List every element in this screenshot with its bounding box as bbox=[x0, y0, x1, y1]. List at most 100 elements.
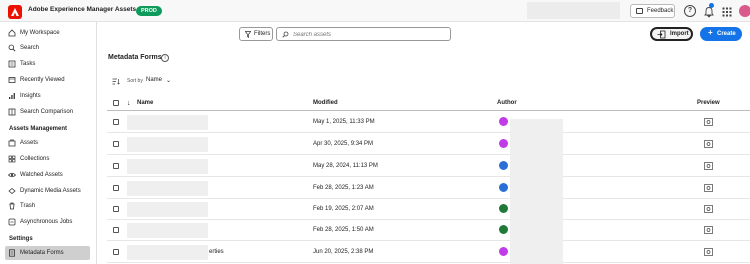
row-checkbox[interactable] bbox=[113, 249, 119, 255]
preview-icon[interactable] bbox=[704, 184, 713, 192]
sort-by-label: Sort by bbox=[127, 78, 143, 84]
sort-icon[interactable] bbox=[112, 78, 120, 85]
home-icon bbox=[8, 29, 16, 37]
select-all-checkbox[interactable] bbox=[113, 100, 119, 106]
table-row[interactable]: Feb 28, 2025, 1:23 AM bbox=[107, 177, 750, 199]
adobe-logo-icon[interactable] bbox=[8, 5, 22, 19]
sidebar-item-watched-assets[interactable]: Watched Assets bbox=[5, 168, 90, 182]
sidebar-item-label: Collections bbox=[20, 156, 50, 162]
preview-icon[interactable] bbox=[704, 248, 713, 256]
create-button[interactable]: + Create bbox=[700, 27, 742, 41]
row-checkbox[interactable] bbox=[113, 227, 119, 233]
row-checkbox[interactable] bbox=[113, 185, 119, 191]
filters-label: Filters bbox=[254, 31, 271, 37]
row-modified: Jun 20, 2025, 2:38 PM bbox=[313, 249, 374, 255]
sidebar-item-assets[interactable]: Assets bbox=[5, 136, 90, 150]
column-header-name[interactable]: Name bbox=[137, 97, 153, 110]
feedback-icon bbox=[636, 8, 643, 14]
sidebar-item-recently-viewed[interactable]: Recently Viewed bbox=[5, 73, 90, 87]
table-row[interactable]: Feb 19, 2025, 2:07 AM bbox=[107, 198, 750, 220]
table-row[interactable]: May 28, 2024, 11:13 PM bbox=[107, 155, 750, 177]
name-placeholder[interactable] bbox=[127, 202, 208, 217]
preview-icon[interactable] bbox=[704, 140, 713, 148]
preview-icon[interactable] bbox=[704, 226, 713, 234]
filters-button[interactable]: Filters bbox=[239, 27, 273, 41]
sidebar-item-trash[interactable]: Trash bbox=[5, 199, 90, 213]
row-modified: Feb 28, 2025, 1:23 AM bbox=[313, 185, 374, 191]
row-checkbox[interactable] bbox=[113, 206, 119, 212]
sidebar-item-tasks[interactable]: Tasks bbox=[5, 57, 90, 71]
sidebar-item-label: Watched Assets bbox=[20, 172, 63, 178]
filter-icon bbox=[245, 31, 251, 38]
row-modified: May 28, 2024, 11:13 PM bbox=[313, 163, 378, 169]
create-label: Create bbox=[717, 31, 736, 37]
section-heading-settings: Settings bbox=[9, 236, 33, 242]
table-row[interactable]: erties Jun 20, 2025, 2:38 PM bbox=[107, 241, 750, 263]
chevron-down-icon[interactable]: ⌄ bbox=[166, 77, 171, 84]
compare-icon bbox=[8, 108, 16, 116]
name-placeholder[interactable] bbox=[127, 223, 208, 238]
name-placeholder[interactable] bbox=[127, 159, 208, 174]
sidebar-item-collections[interactable]: Collections bbox=[5, 152, 90, 166]
feedback-button[interactable]: Feedback bbox=[630, 4, 675, 18]
sidebar-item-asynchronous-jobs[interactable]: Asynchronous Jobs bbox=[5, 215, 90, 229]
table-row[interactable]: Feb 28, 2025, 1:50 AM bbox=[107, 219, 750, 241]
sidebar-item-label: Search Comparison bbox=[20, 109, 74, 115]
author-avatar bbox=[499, 204, 508, 213]
row-modified: Feb 28, 2025, 1:50 AM bbox=[313, 227, 374, 233]
search-field[interactable] bbox=[276, 27, 451, 41]
sidebar-item-my-workspace[interactable]: My Workspace bbox=[5, 26, 90, 40]
sort-by-dropdown[interactable]: Name bbox=[146, 77, 162, 83]
table-row[interactable]: May 1, 2025, 11:33 PM bbox=[107, 111, 750, 133]
sidebar-item-insights[interactable]: Insights bbox=[5, 89, 90, 103]
trash-icon bbox=[9, 202, 15, 210]
name-placeholder[interactable] bbox=[127, 245, 208, 260]
column-header-author[interactable]: Author bbox=[497, 97, 517, 110]
chart-icon bbox=[9, 93, 15, 99]
sidebar-item-search[interactable]: Search bbox=[5, 41, 90, 55]
import-icon bbox=[657, 30, 666, 39]
table-row[interactable]: Apr 30, 2025, 9:34 PM bbox=[107, 133, 750, 155]
help-icon[interactable]: ? bbox=[684, 5, 696, 17]
author-avatar bbox=[499, 247, 508, 256]
preview-icon[interactable] bbox=[704, 118, 713, 126]
author-avatar bbox=[499, 225, 508, 234]
row-checkbox[interactable] bbox=[113, 141, 119, 147]
sort-arrow-down-icon[interactable]: ↓ bbox=[127, 97, 131, 110]
page-title: Metadata Forms bbox=[108, 54, 162, 61]
tasks-icon bbox=[8, 60, 16, 68]
app-switcher-grid-icon[interactable] bbox=[721, 5, 733, 17]
app-title[interactable]: Adobe Experience Manager Assets bbox=[28, 6, 136, 13]
sidebar-item-metadata-forms[interactable]: Metadata Forms bbox=[5, 246, 90, 260]
sidebar-item-label: Search bbox=[20, 45, 40, 51]
org-switcher-placeholder[interactable] bbox=[527, 2, 620, 19]
sidebar-item-search-comparison[interactable]: Search Comparison bbox=[5, 105, 90, 119]
assets-icon bbox=[8, 139, 16, 147]
info-icon[interactable]: i bbox=[161, 54, 169, 62]
preview-icon[interactable] bbox=[704, 205, 713, 213]
row-modified: Feb 19, 2025, 2:07 AM bbox=[313, 206, 374, 212]
row-checkbox[interactable] bbox=[113, 119, 119, 125]
feedback-label: Feedback bbox=[647, 8, 674, 14]
author-avatar bbox=[499, 183, 508, 192]
name-placeholder[interactable] bbox=[127, 137, 208, 152]
search-icon bbox=[282, 31, 289, 38]
eye-icon bbox=[8, 172, 16, 178]
import-label: Import bbox=[670, 31, 689, 37]
row-checkbox[interactable] bbox=[113, 163, 119, 169]
user-avatar[interactable] bbox=[739, 5, 750, 17]
search-input[interactable] bbox=[293, 30, 443, 39]
name-placeholder[interactable] bbox=[127, 115, 208, 130]
row-name-text[interactable]: erties bbox=[209, 249, 224, 255]
sidebar: My Workspace Search Tasks Recently Viewe… bbox=[0, 22, 97, 264]
plus-icon: + bbox=[708, 28, 713, 37]
column-header-modified[interactable]: Modified bbox=[313, 97, 338, 110]
top-bar: Adobe Experience Manager Assets PROD Fee… bbox=[0, 0, 750, 22]
import-button[interactable]: Import bbox=[650, 27, 693, 41]
sidebar-item-dynamic-media-assets[interactable]: Dynamic Media Assets bbox=[5, 184, 90, 198]
sidebar-item-label: Assets bbox=[20, 140, 39, 146]
row-modified: Apr 30, 2025, 9:34 PM bbox=[313, 141, 374, 147]
recent-icon bbox=[8, 77, 16, 83]
name-placeholder[interactable] bbox=[127, 181, 208, 196]
preview-icon[interactable] bbox=[704, 162, 713, 170]
